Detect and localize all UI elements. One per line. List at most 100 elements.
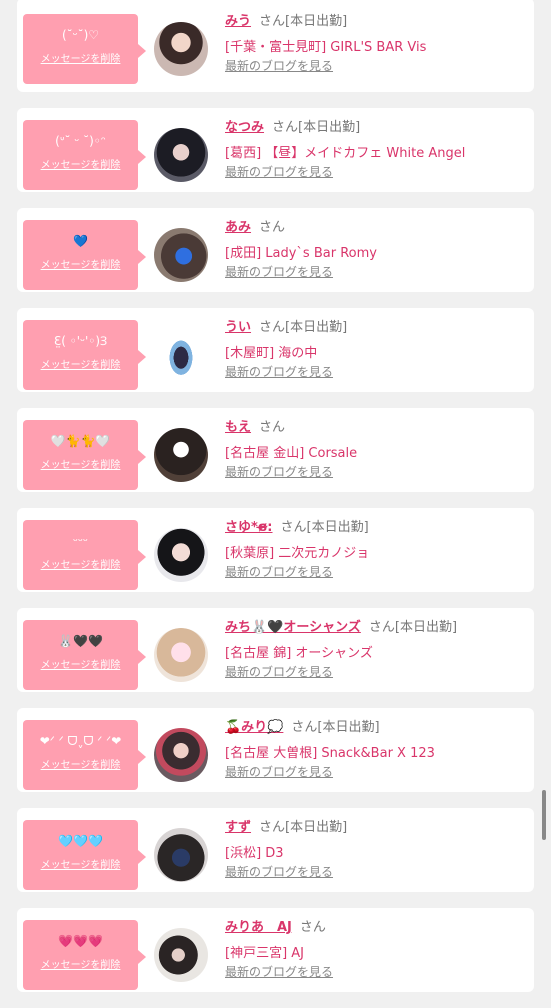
avatar[interactable] [154,22,208,76]
avatar[interactable] [154,828,208,882]
message-text: Ɛ̤( ◦'ᵕ'◦)Ɜ [53,334,108,348]
girl-info: すず さん[本日出勤] [浜松] D3 最新のブログを見る [225,818,526,880]
honorific: さん [259,820,286,835]
delete-message-link[interactable]: メッセージを削除 [23,256,138,271]
shop-name: [葛西] 【昼】メイドカフェ White Angel [225,146,466,161]
message-text: 💗💗💗 [58,934,103,948]
shop-name: [名古屋 錦] オーシャンズ [225,646,373,661]
girl-name-link[interactable]: みう [225,14,251,29]
delete-message-link[interactable]: メッセージを削除 [23,556,138,571]
honorific: さん [259,420,286,435]
latest-blog-link[interactable]: 最新のブログを見る [225,265,333,279]
shop-name: [浜松] D3 [225,846,284,861]
avatar[interactable] [154,628,208,682]
message-bubble: 💗💗💗 メッセージを削除 [23,920,146,990]
status-badge: [本日出勤] [285,820,348,835]
avatar[interactable] [154,328,208,382]
delete-message-link[interactable]: メッセージを削除 [23,356,138,371]
shop-name: [成田] Lady`s Bar Romy [225,246,377,261]
message-text: (ᐡ˘ ᵕ ˘)◦ᵔ [55,134,106,148]
status-badge: [本日出勤] [285,14,348,29]
avatar[interactable] [154,228,208,282]
message-bubble: Ɛ̤( ◦'ᵕ'◦)Ɜ メッセージを削除 [23,320,146,390]
girl-name-link[interactable]: みち🐰🖤オーシャンズ [225,620,361,635]
delete-message-link[interactable]: メッセージを削除 [23,456,138,471]
delete-message-link[interactable]: メッセージを削除 [23,756,138,771]
list-item: 💗💗💗 メッセージを削除 みりあ AJ さん [神戸三宮] AJ 最新のブログを見… [17,908,534,992]
girl-info: みち🐰🖤オーシャンズ さん[本日出勤] [名古屋 錦] オーシャンズ 最新のブログ… [225,618,526,680]
girl-name-link[interactable]: もえ [225,420,251,435]
message-text: ❤︎ᐟ ᐟ ᗜˬᗜ ᐟ ᐟ❤︎ [39,734,122,748]
message-bubble: 💙 メッセージを削除 [23,220,146,290]
message-text: 🤍🐈🐈🤍 [50,434,111,448]
girl-list: (˘ᵕ˘)♡ メッセージを削除 みう さん[本日出勤] [千葉・富士見町] GIR… [17,0,534,1008]
shop-name: [名古屋 金山] Corsale [225,446,358,461]
latest-blog-link[interactable]: 最新のブログを見る [225,965,333,979]
honorific: さん [259,14,286,29]
status-badge: [本日出勤] [298,120,361,135]
latest-blog-link[interactable]: 最新のブログを見る [225,365,333,379]
avatar[interactable] [154,728,208,782]
message-bubble: (ᐡ˘ ᵕ ˘)◦ᵔ メッセージを削除 [23,120,146,190]
list-item: Ɛ̤( ◦'ᵕ'◦)Ɜ メッセージを削除 うい さん[本日出勤] [木屋町] 海の… [17,308,534,392]
avatar[interactable] [154,128,208,182]
girl-info: みう さん[本日出勤] [千葉・富士見町] GIRL'S BAR Vis 最新のブ… [225,12,526,74]
girl-name-link[interactable]: さゆ*ɞ̴̶̷: [225,520,273,535]
message-bubble: ❤︎ᐟ ᐟ ᗜˬᗜ ᐟ ᐟ❤︎ メッセージを削除 [23,720,146,790]
delete-message-link[interactable]: メッセージを削除 [23,856,138,871]
status-badge: [本日出勤] [285,320,348,335]
message-bubble: 🤍🐈🐈🤍 メッセージを削除 [23,420,146,490]
list-item: 💙 メッセージを削除 あみ さん [成田] Lady`s Bar Romy 最新の… [17,208,534,292]
list-item: (ᐡ˘ ᵕ ˘)◦ᵔ メッセージを削除 なつみ さん[本日出勤] [葛西] 【昼】… [17,108,534,192]
honorific: さん [259,220,286,235]
girl-name-link[interactable]: みりあ AJ [225,920,292,935]
girl-info: あみ さん [成田] Lady`s Bar Romy 最新のブログを見る [225,218,526,280]
avatar[interactable] [154,428,208,482]
girl-name-link[interactable]: すず [225,820,251,835]
message-bubble: 🐰🖤🖤 メッセージを削除 [23,620,146,690]
honorific: さん [280,520,307,535]
honorific: さん [272,120,299,135]
latest-blog-link[interactable]: 最新のブログを見る [225,59,333,73]
girl-name-link[interactable]: あみ [225,220,251,235]
girl-info: 🍒みり💭 さん[本日出勤] [名古屋 大曽根] Snack&Bar X 123 最… [225,718,526,780]
message-bubble: 🩵🩵🩵 メッセージを削除 [23,820,146,890]
latest-blog-link[interactable]: 最新のブログを見る [225,665,333,679]
latest-blog-link[interactable]: 最新のブログを見る [225,165,333,179]
status-badge: [本日出勤] [306,520,369,535]
message-text: 💙 [73,234,88,248]
scrollbar[interactable] [542,790,546,840]
honorific: さん [299,920,326,935]
girl-name-link[interactable]: なつみ [225,120,264,135]
list-item: 🤍🐈🐈🤍 メッセージを削除 もえ さん [名古屋 金山] Corsale 最新のブ… [17,408,534,492]
shop-name: [名古屋 大曽根] Snack&Bar X 123 [225,746,435,761]
message-bubble: (˘ᵕ˘)♡ メッセージを削除 [23,14,146,84]
delete-message-link[interactable]: メッセージを削除 [23,656,138,671]
honorific: さん [259,320,286,335]
list-item: 🐰🖤🖤 メッセージを削除 みち🐰🖤オーシャンズ さん[本日出勤] [名古屋 錦] … [17,608,534,692]
girl-info: みりあ AJ さん [神戸三宮] AJ 最新のブログを見る [225,918,526,980]
girl-info: なつみ さん[本日出勤] [葛西] 【昼】メイドカフェ White Angel 最… [225,118,526,180]
delete-message-link[interactable]: メッセージを削除 [23,956,138,971]
latest-blog-link[interactable]: 最新のブログを見る [225,865,333,879]
status-badge: [本日出勤] [317,720,380,735]
delete-message-link[interactable]: メッセージを削除 [23,156,138,171]
girl-name-link[interactable]: うい [225,320,251,335]
latest-blog-link[interactable]: 最新のブログを見る [225,565,333,579]
girl-name-link[interactable]: 🍒みり💭 [225,720,283,735]
latest-blog-link[interactable]: 最新のブログを見る [225,765,333,779]
message-text: 🩵🩵🩵 [58,834,103,848]
honorific: さん [368,620,395,635]
message-text: (˘ᵕ˘)♡ [61,28,100,42]
girl-info: もえ さん [名古屋 金山] Corsale 最新のブログを見る [225,418,526,480]
latest-blog-link[interactable]: 最新のブログを見る [225,465,333,479]
girl-info: さゆ*ɞ̴̶̷: さん[本日出勤] [秋葉原] 二次元カノジョ 最新のブログを見る [225,518,526,580]
avatar[interactable] [154,528,208,582]
delete-message-link[interactable]: メッセージを削除 [23,50,138,65]
shop-name: [神戸三宮] AJ [225,946,305,961]
message-text: ᵕᵕᵕ [73,534,88,548]
list-item: (˘ᵕ˘)♡ メッセージを削除 みう さん[本日出勤] [千葉・富士見町] GIR… [17,0,534,92]
shop-name: [秋葉原] 二次元カノジョ [225,546,370,561]
list-item: ᵕᵕᵕ メッセージを削除 さゆ*ɞ̴̶̷: さん[本日出勤] [秋葉原] 二次元カ… [17,508,534,592]
avatar[interactable] [154,928,208,982]
